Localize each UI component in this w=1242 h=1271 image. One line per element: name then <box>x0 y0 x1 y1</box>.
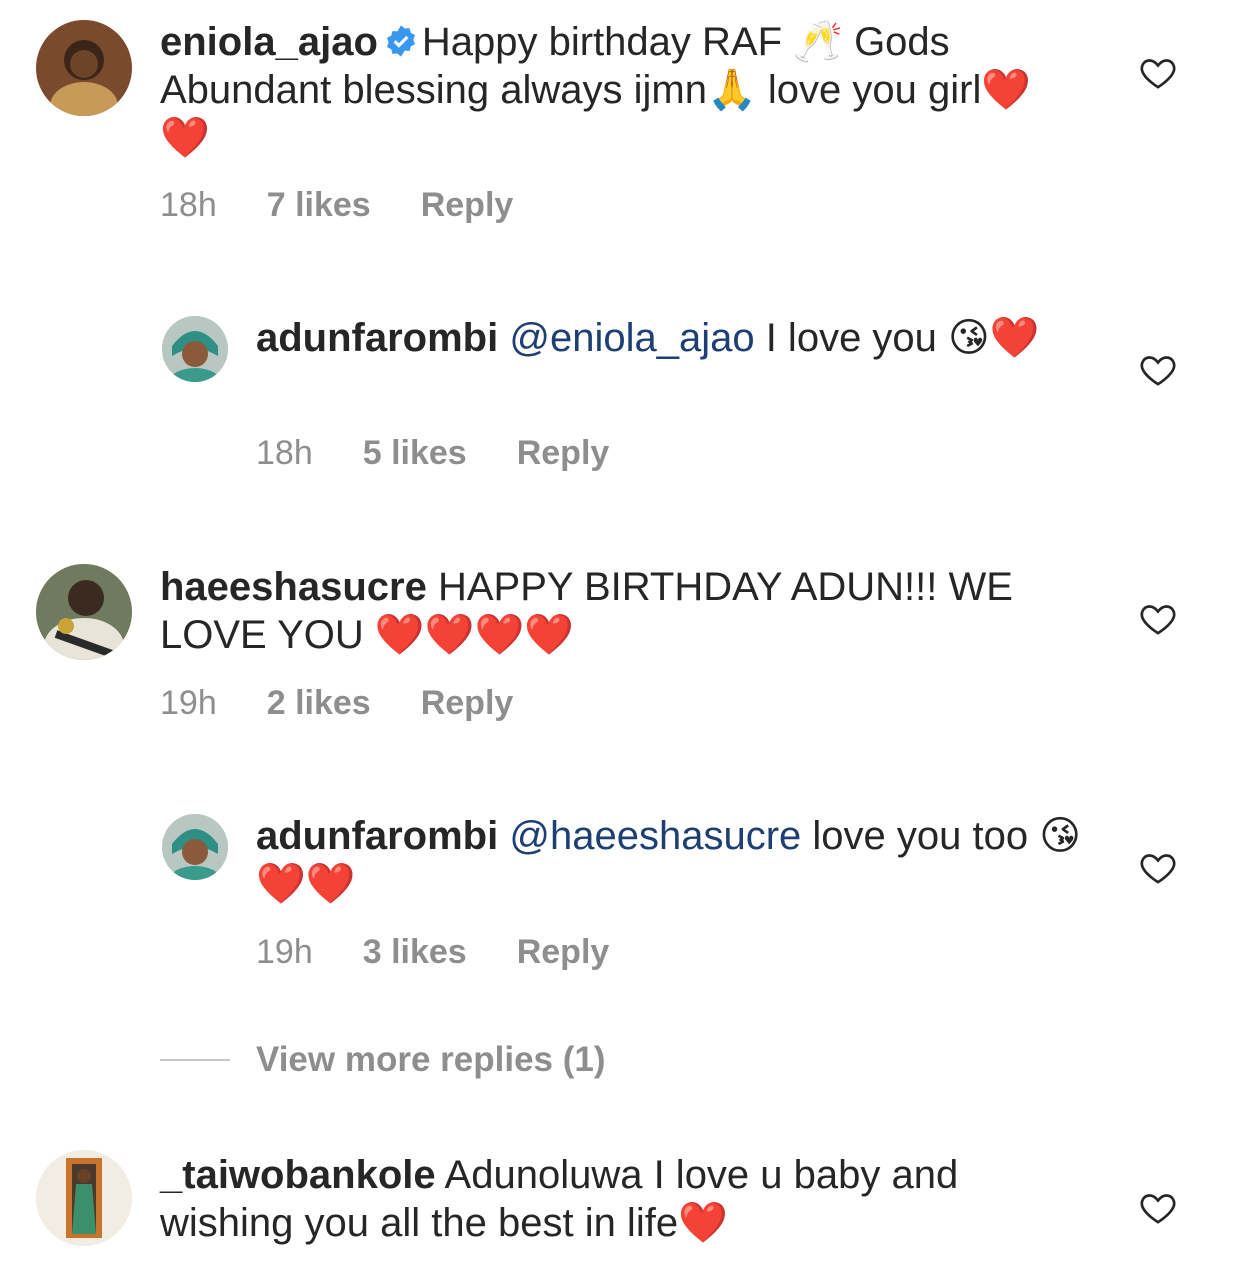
likes-count[interactable]: 7 likes <box>267 186 371 225</box>
reply-button[interactable]: Reply <box>517 933 610 972</box>
likes-count[interactable]: 5 likes <box>363 434 467 473</box>
divider <box>160 1059 230 1061</box>
avatar[interactable] <box>36 564 132 660</box>
heart-outline-icon[interactable] <box>1138 53 1178 93</box>
comment-text: eniola_ajao Happy birthday RAF 🥂 Gods Abu… <box>160 18 1060 162</box>
reply-button[interactable]: Reply <box>421 186 514 225</box>
mention-link[interactable]: @eniola_ajao <box>509 316 754 360</box>
likes-count[interactable]: 3 likes <box>363 933 467 972</box>
avatar[interactable] <box>36 20 132 116</box>
comment-body: I love you 😘❤️ <box>754 316 1040 360</box>
comment-text: _taiwobankole Adunoluwa I love u baby an… <box>160 1151 1060 1247</box>
comment-time: 19h <box>256 933 313 971</box>
comment-meta: 19h 3 likes Reply <box>256 933 659 972</box>
comment-time: 18h <box>256 434 313 472</box>
reply-button[interactable]: Reply <box>517 434 610 473</box>
likes-count[interactable]: 2 likes <box>267 684 371 723</box>
comment-username[interactable]: adunfarombi <box>256 814 498 858</box>
comment-meta: 19h 2 likes Reply <box>160 684 563 723</box>
heart-outline-icon[interactable] <box>1138 1188 1178 1228</box>
heart-outline-icon[interactable] <box>1138 599 1178 639</box>
view-more-replies-button[interactable]: View more replies (1) <box>160 1040 606 1080</box>
comment-username[interactable]: _taiwobankole <box>160 1153 436 1197</box>
heart-outline-icon[interactable] <box>1138 848 1178 888</box>
comment-time: 19h <box>160 684 217 722</box>
comment-username[interactable]: adunfarombi <box>256 316 498 360</box>
avatar[interactable] <box>162 814 228 880</box>
view-more-replies-label: View more replies (1) <box>256 1040 606 1079</box>
comment-time: 18h <box>160 186 217 224</box>
verified-badge-icon <box>384 21 418 57</box>
avatar[interactable] <box>36 1150 132 1246</box>
comment-text: adunfarombi @eniola_ajao I love you 😘❤️ <box>256 314 1086 362</box>
avatar[interactable] <box>162 316 228 382</box>
reply-button[interactable]: Reply <box>421 684 514 723</box>
comment-username[interactable]: haeeshasucre <box>160 565 427 609</box>
comment-text: adunfarombi @haeeshasucre love you too 😘… <box>256 812 1086 908</box>
comment-meta: 18h 5 likes Reply <box>256 434 659 473</box>
comment-text: haeeshasucre HAPPY BIRTHDAY ADUN!!! WE L… <box>160 563 1060 659</box>
comment-meta: 18h 7 likes Reply <box>160 186 563 225</box>
heart-outline-icon[interactable] <box>1138 350 1178 390</box>
mention-link[interactable]: @haeeshasucre <box>509 814 801 858</box>
comment-username[interactable]: eniola_ajao <box>160 20 378 64</box>
